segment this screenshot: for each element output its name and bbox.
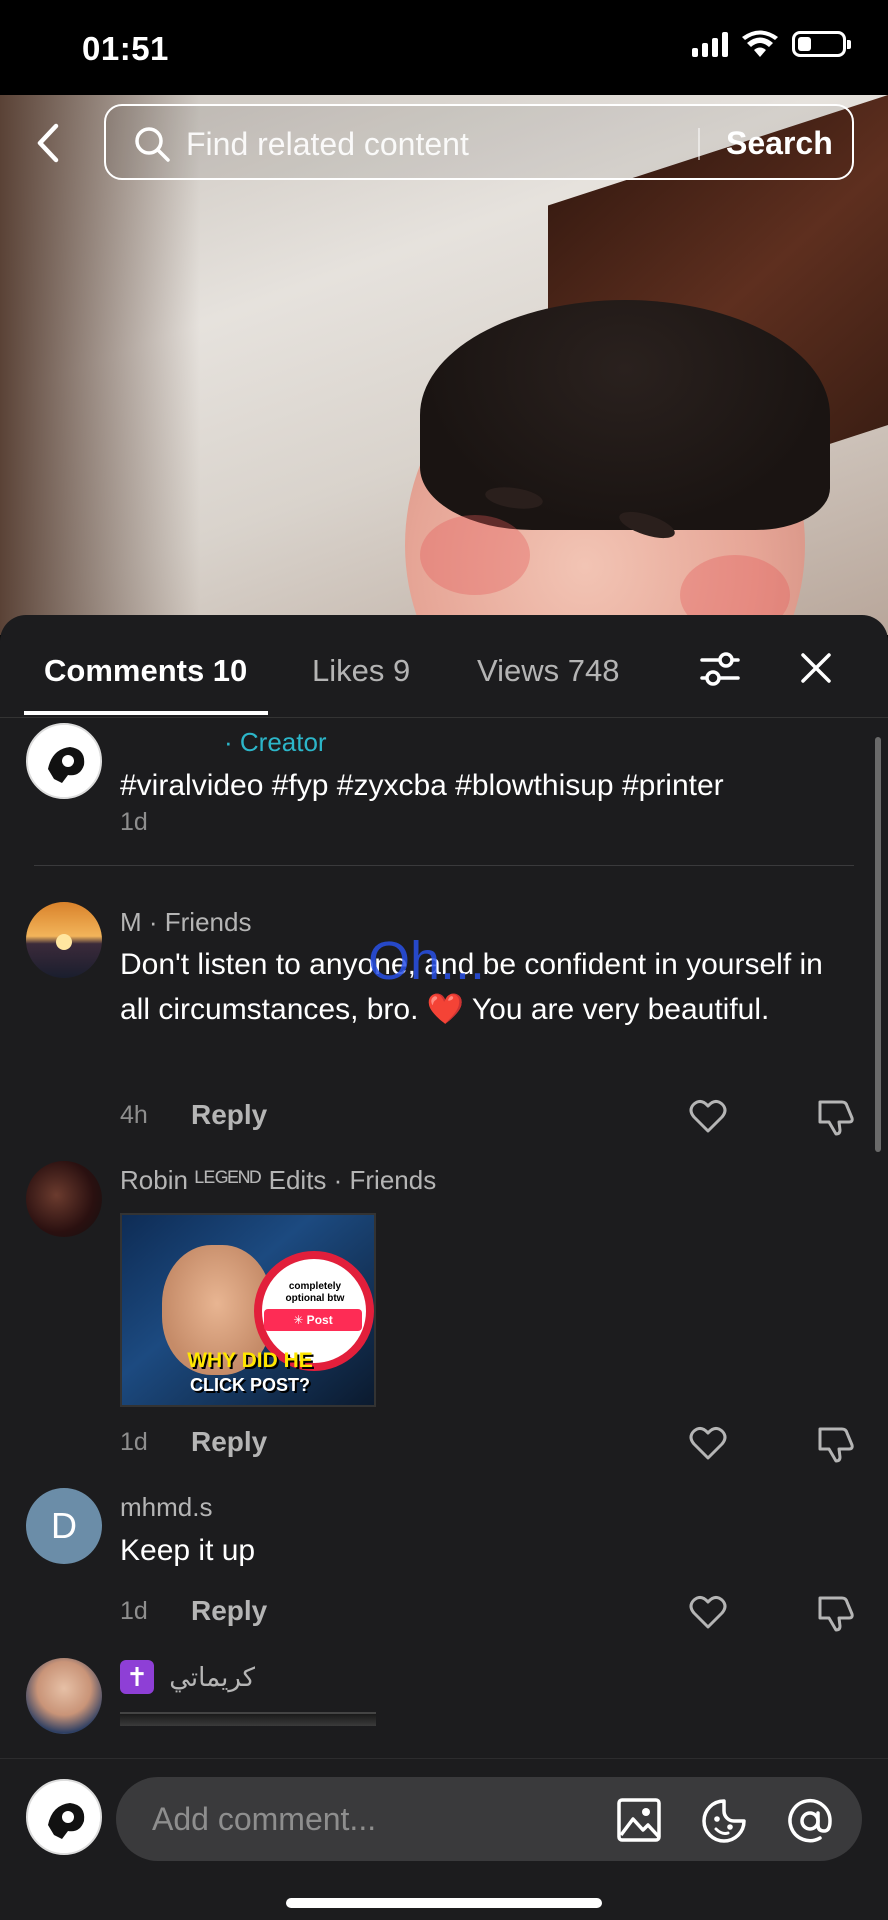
reply-button[interactable]: Reply [191,1595,267,1627]
thumbnail-caption-line1: WHY DID HE [187,1349,313,1372]
creator-logo-icon [28,725,100,797]
search-divider [698,128,700,160]
creator-badge: · Creator [224,727,327,757]
avatar[interactable] [26,902,102,978]
comment-image-thumbnail-partial[interactable] [120,1712,376,1726]
dislike-icon[interactable] [816,1592,856,1632]
comment-username[interactable]: mhmd.s [120,1492,212,1523]
comment-tag-creator: · Creator [120,727,327,758]
back-arrow-icon[interactable] [28,118,68,168]
home-indicator[interactable] [286,1898,602,1908]
comment-time: 1d [120,1597,148,1625]
tab-comments[interactable]: Comments 10 [44,653,247,689]
sheet-tabs: Comments 10 Likes 9 Views 748 [0,615,888,718]
search-bar[interactable]: Find related content Search [104,104,854,180]
wifi-icon [742,30,778,57]
battery-level [798,37,811,51]
comment-time: 1d [120,808,148,836]
status-time: 01:51 [82,30,169,67]
status-icons [692,30,851,58]
battery-icon [792,31,851,57]
dislike-icon[interactable] [816,1423,856,1463]
close-icon[interactable] [797,649,835,687]
sunset-sun [56,934,72,950]
reply-button[interactable]: Reply [191,1426,267,1458]
avatar[interactable] [26,1658,102,1734]
cross-badge-icon: ✝ [120,1660,154,1695]
user-logo-icon [28,1781,100,1853]
comment-username[interactable]: M · Friends [120,907,251,938]
search-input[interactable]: Find related content [186,126,469,163]
video-overlay-text: Oh... [368,931,486,991]
tab-likes[interactable]: Likes 9 [312,653,410,689]
reply-button[interactable]: Reply [191,1099,267,1131]
dislike-icon[interactable] [816,1096,856,1136]
comment-input[interactable]: Add comment... [116,1777,862,1861]
comment-text: #viralvideo #fyp #zyxcba #blowthisup #pr… [120,769,724,802]
comment-time: 4h [120,1101,148,1129]
avatar[interactable] [26,1161,102,1237]
comment-username[interactable]: Robin ᴸᴱᴳᴱᴺᴰ Edits · Friends [120,1165,436,1196]
comment-text: Keep it up [120,1534,256,1567]
search-icon [135,127,170,162]
tab-views[interactable]: Views 748 [477,653,619,689]
scrollbar[interactable] [875,737,881,1152]
heart-icon[interactable] [688,1096,728,1136]
emoji-icon[interactable] [700,1797,748,1845]
thumbnail-caption-line2: CLICK POST? [190,1375,310,1395]
thumbnail-post-label: ✳ Post [264,1309,362,1331]
comment-username[interactable]: كريماتي [169,1662,255,1692]
status-bar: 01:51 [0,0,888,95]
image-icon[interactable] [616,1797,662,1843]
avatar[interactable]: D [26,1488,102,1564]
search-button[interactable]: Search [726,125,833,162]
comment-input-placeholder[interactable]: Add comment... [152,1801,376,1838]
avatar[interactable] [26,723,102,799]
comment-time: 1d [120,1428,148,1456]
cellular-signal-icon [692,31,728,57]
comment-image-thumbnail[interactable]: completely optional btw ✳ Post WHY DID H… [120,1213,376,1407]
filter-sliders-icon[interactable] [698,647,742,691]
mention-at-icon[interactable] [786,1797,834,1845]
comment-divider [34,865,854,866]
video-cheek-left [420,515,530,595]
heart-icon[interactable] [688,1423,728,1463]
active-tab-underline [24,711,268,715]
thumbnail-small-text: completely optional btw [285,1281,345,1304]
heart-icon[interactable] [688,1592,728,1632]
comment-input-bar: Add comment... [0,1758,888,1920]
comment-text: Don't listen to anyone, and be confident… [120,948,823,1026]
my-avatar[interactable] [26,1779,102,1855]
comment-username-row: ✝ كريماتي [120,1660,255,1695]
video-child-hair [420,300,830,530]
